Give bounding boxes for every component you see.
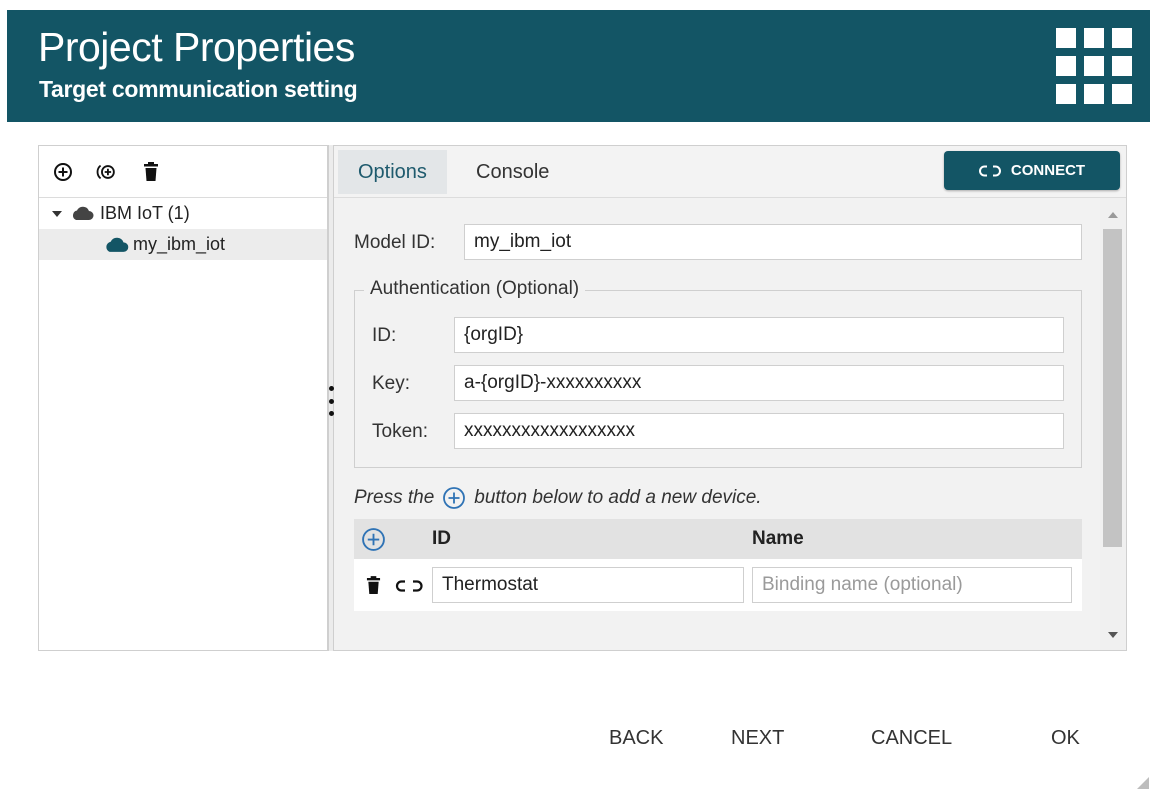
connect-button-label: CONNECT <box>1010 162 1086 179</box>
dialog-subtitle: Target communication setting <box>39 76 358 102</box>
scroll-thumb[interactable] <box>1103 229 1122 547</box>
ok-button[interactable]: OK <box>1051 727 1080 750</box>
resize-grip-icon[interactable] <box>1137 777 1149 789</box>
auth-id-label: ID: <box>372 325 397 346</box>
cloud-icon <box>103 237 129 253</box>
tab-options[interactable]: Options <box>338 150 447 194</box>
connect-button[interactable]: CONNECT <box>944 151 1120 190</box>
hint-suffix: button below to add a new device. <box>474 487 762 508</box>
next-button[interactable]: NEXT <box>731 727 784 750</box>
auth-id-field[interactable]: {orgID} <box>454 317 1064 353</box>
back-button[interactable]: BACK <box>609 727 663 750</box>
model-id-field[interactable]: my_ibm_iot <box>464 224 1082 260</box>
column-header-id: ID <box>432 528 451 549</box>
caret-down-icon[interactable] <box>52 210 62 217</box>
dialog-header: Project Properties Target communication … <box>7 10 1150 122</box>
devices-table-header <box>354 519 1082 559</box>
auth-key-label: Key: <box>372 373 411 394</box>
cancel-button[interactable]: CANCEL <box>871 727 952 750</box>
cloud-icon <box>70 206 94 221</box>
add-circle-icon[interactable] <box>52 161 74 183</box>
grid-icon[interactable] <box>1056 28 1132 104</box>
auth-token-label: Token: <box>372 421 428 442</box>
delete-device-trash-icon[interactable] <box>366 576 381 595</box>
tree-toolbar <box>39 146 327 198</box>
device-name-field[interactable]: Binding name (optional) <box>752 567 1072 603</box>
add-device-icon[interactable] <box>361 527 386 552</box>
vertical-scrollbar[interactable] <box>1100 198 1126 650</box>
tree-group-ibm-iot[interactable]: IBM IoT (1) <box>39 198 327 229</box>
auth-key-field[interactable]: a-{orgID}-xxxxxxxxxx <box>454 365 1064 401</box>
add-circle-icon <box>442 486 466 510</box>
column-header-name: Name <box>752 528 804 549</box>
auth-token-field[interactable]: xxxxxxxxxxxxxxxxxx <box>454 413 1064 449</box>
device-id-field[interactable]: Thermostat <box>432 567 744 603</box>
model-id-label: Model ID: <box>354 232 436 253</box>
tab-bar: Options Console CONNECT <box>334 146 1126 198</box>
scroll-up-arrow-icon[interactable] <box>1108 212 1118 218</box>
scroll-down-arrow-icon[interactable] <box>1108 632 1118 638</box>
tree-item-label: my_ibm_iot <box>133 234 226 254</box>
trash-icon[interactable] <box>140 161 162 183</box>
link-icon[interactable] <box>395 580 425 592</box>
tree-item-my-ibm-iot[interactable]: my_ibm_iot <box>39 229 327 260</box>
link-icon <box>978 165 1001 177</box>
dialog-title: Project Properties <box>38 24 355 70</box>
add-device-hint: Press the button below to add a new devi… <box>354 486 762 510</box>
authentication-legend: Authentication (Optional) <box>364 278 586 300</box>
connections-tree-panel: IBM IoT (1) my_ibm_iot <box>38 145 328 651</box>
tab-console[interactable]: Console <box>456 150 569 194</box>
hint-prefix: Press the <box>354 487 435 508</box>
tree-group-label: IBM IoT (1) <box>100 203 190 223</box>
add-broadcast-icon[interactable] <box>96 161 118 183</box>
